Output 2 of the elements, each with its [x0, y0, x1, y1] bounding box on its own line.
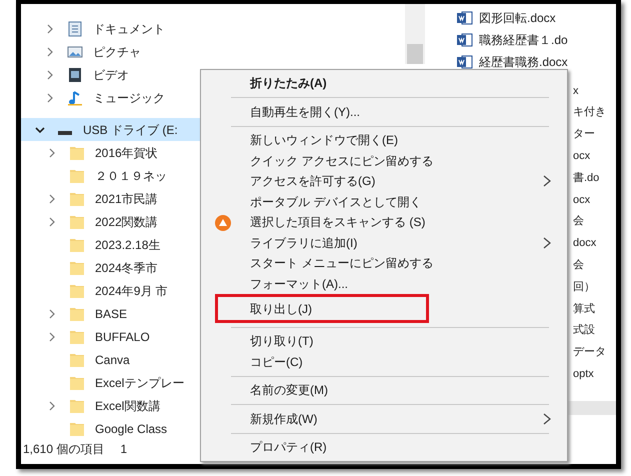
item-count: 1,610 個の項目 — [23, 441, 104, 458]
selection-count: 1 — [120, 441, 128, 458]
